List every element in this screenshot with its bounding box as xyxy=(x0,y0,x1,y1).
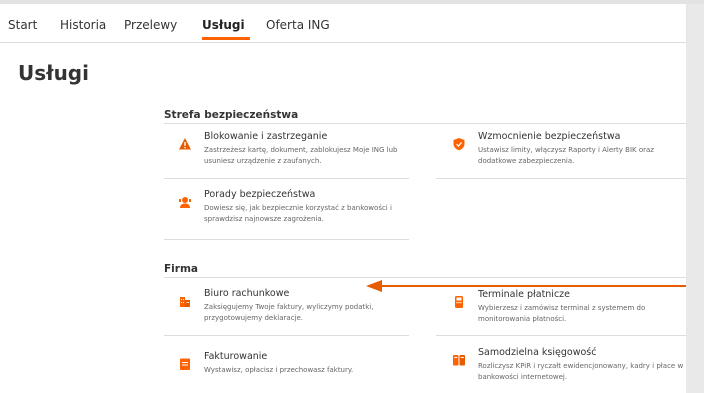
shield-icon xyxy=(453,138,465,151)
office-building-icon xyxy=(180,297,190,307)
service-item-security-advice[interactable]: Porady bezpieczeństwa Dowiesz się, jak b… xyxy=(178,189,428,229)
service-item-self-accounting[interactable]: Samodzielna księgowość Rozliczysz KPiR i… xyxy=(452,347,692,387)
divider xyxy=(164,239,409,240)
active-tab-indicator xyxy=(202,37,250,40)
invoice-icon xyxy=(180,358,190,370)
service-item-description: Dowiesz się, jak bezpiecznie korzystać z… xyxy=(204,204,392,223)
main-nav: Start Historia Przelewy Usługi Oferta IN… xyxy=(0,4,686,43)
divider xyxy=(436,335,686,336)
payment-terminal-icon xyxy=(455,296,463,308)
service-item-title: Samodzielna księgowość xyxy=(478,347,597,358)
service-item-payment-terminals[interactable]: Terminale płatnicze Wybierzesz i zamówis… xyxy=(452,289,692,329)
tab-start[interactable]: Start xyxy=(8,18,37,32)
service-item-security-strengthening[interactable]: Wzmocnienie bezpieczeństwa Ustawisz limi… xyxy=(452,131,692,171)
tab-oferta-ing[interactable]: Oferta ING xyxy=(266,18,330,32)
service-item-title: Wzmocnienie bezpieczeństwa xyxy=(478,131,621,142)
service-item-description: Zastrzeżesz kartę, dokument, zablokujesz… xyxy=(204,146,398,165)
service-item-blocking[interactable]: Blokowanie i zastrzeganie Zastrzeżesz ka… xyxy=(178,131,428,171)
accounting-icon xyxy=(453,355,465,366)
service-item-title: Porady bezpieczeństwa xyxy=(204,189,316,200)
service-item-title: Fakturowanie xyxy=(204,351,268,362)
services-page: Usługi Strefa bezpieczeństwa Blokowanie … xyxy=(0,43,686,393)
service-item-title: Blokowanie i zastrzeganie xyxy=(204,131,328,142)
service-item-invoicing[interactable]: Fakturowanie Wystawisz, opłacisz i przec… xyxy=(178,351,428,391)
service-item-description: Ustawisz limity, włączysz Raporty i Aler… xyxy=(478,146,654,165)
service-item-description: Wybierzesz i zamówisz terminal z systeme… xyxy=(478,304,646,323)
divider xyxy=(164,335,409,336)
service-item-description: Wystawisz, opłacisz i przechowasz faktur… xyxy=(204,366,354,374)
service-item-title: Biuro rachunkowe xyxy=(204,288,290,299)
tab-historia[interactable]: Historia xyxy=(60,18,106,32)
divider xyxy=(164,123,686,124)
tab-uslugi[interactable]: Usługi xyxy=(202,18,245,32)
page-title: Usługi xyxy=(18,61,89,85)
divider xyxy=(164,178,409,179)
advisor-icon xyxy=(179,197,191,208)
service-item-title: Terminale płatnicze xyxy=(478,289,571,300)
service-item-description: Rozliczysz KPiR i ryczałt ewidencjonowan… xyxy=(478,362,684,381)
section-title-security: Strefa bezpieczeństwa xyxy=(164,109,299,121)
warning-icon xyxy=(179,138,191,150)
divider xyxy=(436,178,686,179)
tab-przelewy[interactable]: Przelewy xyxy=(124,18,177,32)
section-title-company: Firma xyxy=(164,263,198,275)
service-item-description: Zaksięgujemy Twoje faktury, wyliczymy po… xyxy=(204,303,374,322)
